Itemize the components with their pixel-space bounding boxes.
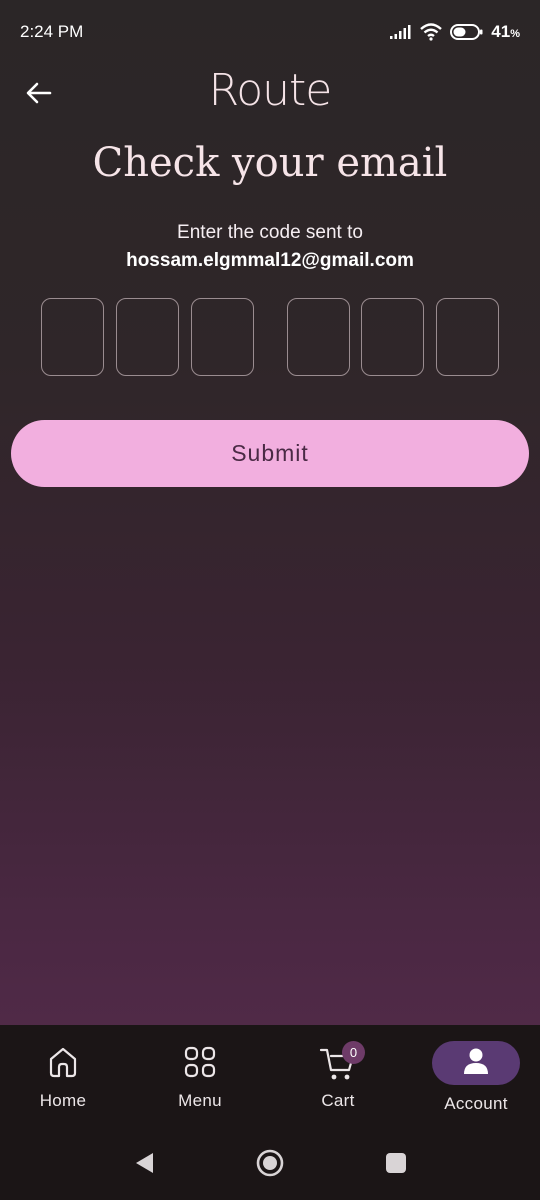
battery-level: 41%	[491, 22, 520, 41]
instruction-text: Enter the code sent to	[177, 222, 363, 243]
status-bar: 2:24 PM 41%	[0, 0, 540, 64]
back-button[interactable]	[22, 78, 56, 112]
battery-icon	[450, 23, 484, 41]
code-digit-6[interactable]	[436, 298, 499, 376]
page-title: Check your email	[92, 140, 448, 186]
email-address: hossam.elgmmal12@gmail.com	[126, 250, 414, 271]
system-back-button[interactable]	[129, 1150, 159, 1180]
cart-badge: 0	[342, 1041, 365, 1064]
system-nav-bar	[0, 1130, 540, 1200]
nav-item-menu[interactable]: Menu	[157, 1025, 243, 1130]
triangle-back-icon	[133, 1151, 155, 1180]
code-digit-3[interactable]	[191, 298, 254, 376]
code-digit-5[interactable]	[361, 298, 424, 376]
nav-item-cart[interactable]: 0 Cart	[295, 1025, 381, 1130]
nav-label-home: Home	[39, 1091, 87, 1110]
otp-code-inputs	[41, 298, 499, 376]
nav-label-menu: Menu	[178, 1091, 222, 1110]
nav-label-cart: Cart	[321, 1091, 355, 1110]
route-logo: Route	[208, 64, 333, 116]
submit-label: Submit	[231, 440, 309, 466]
system-home-button[interactable]	[255, 1148, 285, 1183]
submit-button[interactable]: Submit	[11, 420, 529, 487]
square-recents-icon	[385, 1152, 407, 1179]
home-icon	[47, 1045, 79, 1084]
account-active-pill	[432, 1041, 520, 1085]
code-digit-4[interactable]	[287, 298, 350, 376]
code-digit-1[interactable]	[41, 298, 104, 376]
nav-label-account: Account	[444, 1094, 508, 1113]
circle-home-icon	[255, 1148, 285, 1183]
nav-item-account[interactable]: Account	[426, 1025, 526, 1130]
system-recents-button[interactable]	[381, 1150, 411, 1180]
grid-icon	[184, 1046, 216, 1083]
status-icons: 41%	[390, 22, 520, 42]
bottom-nav: Home Menu 0 Cart Account	[0, 1025, 540, 1130]
status-time: 2:24 PM	[20, 22, 84, 41]
nav-item-home[interactable]: Home	[20, 1025, 106, 1130]
code-digit-2[interactable]	[116, 298, 179, 376]
user-icon	[463, 1047, 489, 1080]
arrow-left-icon	[26, 82, 52, 109]
wifi-icon	[419, 23, 443, 41]
signal-icon	[390, 25, 412, 39]
